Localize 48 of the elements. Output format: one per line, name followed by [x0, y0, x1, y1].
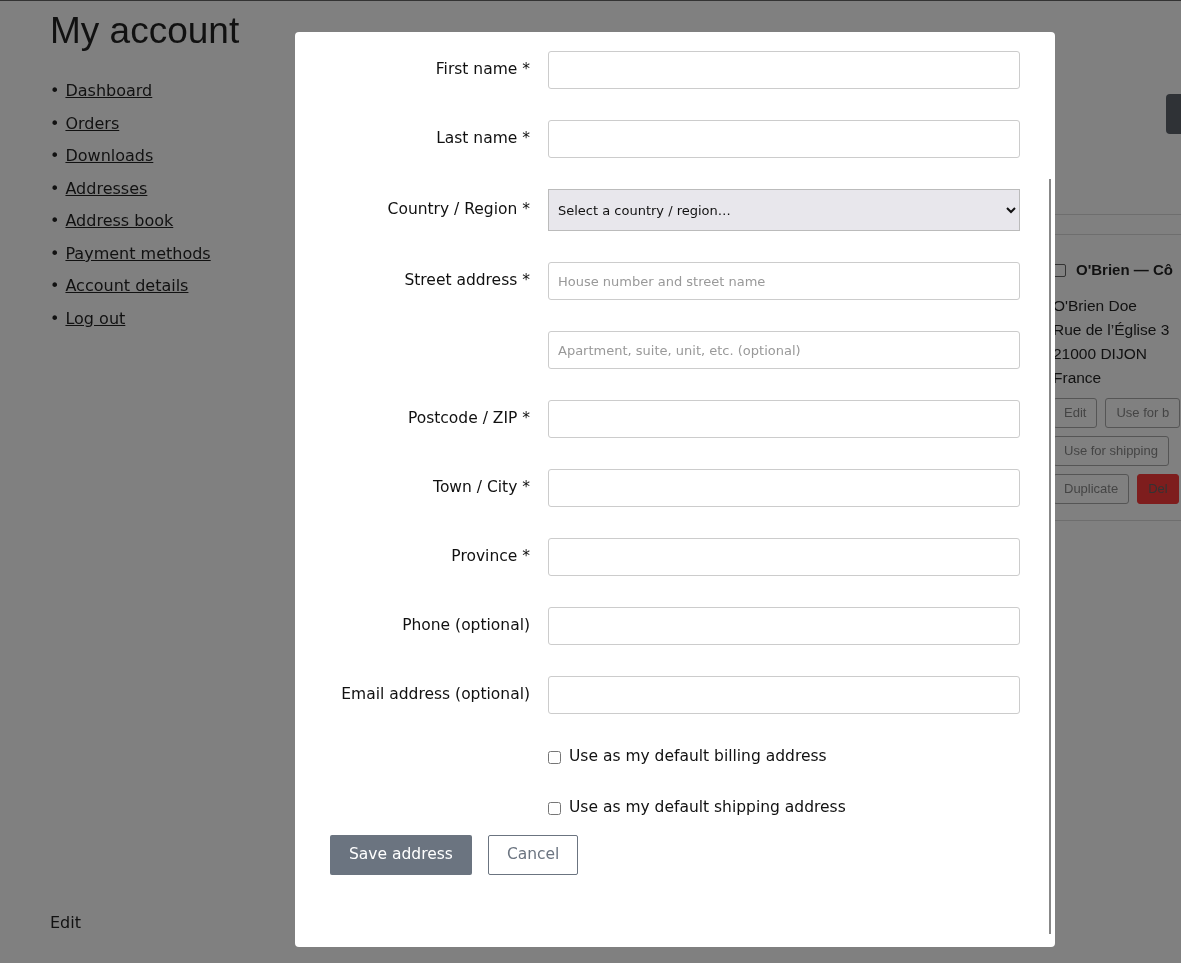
nav-link-item[interactable]: Orders: [65, 111, 120, 145]
bullet: •: [50, 242, 60, 265]
scrollbar[interactable]: [1049, 179, 1051, 934]
field-label: Country / Region *: [386, 199, 530, 221]
cancel-button[interactable]: Cancel: [487, 835, 579, 875]
bullet: •: [50, 80, 60, 103]
edit-link[interactable]: Edit: [50, 913, 81, 932]
address-line: O'Brien Doe: [1053, 295, 1138, 316]
input-field[interactable]: [548, 51, 1020, 89]
input-field[interactable]: [548, 538, 1020, 576]
nav-link-item[interactable]: Payment methods: [65, 241, 211, 275]
field-label: Town / City *: [432, 477, 530, 499]
checkbox-label: Use as my default billing address: [569, 746, 827, 768]
bullet: •: [50, 275, 60, 298]
checkbox[interactable]: [548, 801, 561, 815]
field-label: First name *: [434, 59, 530, 81]
field-label: Email address (optional): [340, 684, 530, 706]
bullet: •: [50, 210, 60, 233]
field-label: Postcode / ZIP *: [406, 408, 530, 430]
bullet: •: [50, 145, 60, 168]
field-label: Phone (optional): [401, 615, 530, 637]
bullet: •: [50, 112, 60, 135]
nav-link-item[interactable]: Log out: [65, 306, 126, 340]
nav-link-item[interactable]: Dashboard: [65, 79, 153, 112]
country-select[interactable]: Select a country / region…: [548, 189, 1020, 231]
checkbox[interactable]: [548, 750, 561, 764]
nav-link-item[interactable]: Account details: [65, 274, 189, 307]
input-field[interactable]: [548, 607, 1020, 645]
nav-link-item[interactable]: Addresses: [65, 176, 148, 210]
address-title: O'Brien — Cô: [1076, 260, 1173, 280]
input-field[interactable]: [548, 469, 1020, 507]
address-line: 21000 DIJON: [1053, 343, 1148, 364]
bullet: •: [50, 177, 60, 200]
address-action-button[interactable]: Use for b: [1105, 397, 1181, 428]
input-field[interactable]: House number and street name: [548, 262, 1020, 300]
nav-link-item[interactable]: Downloads: [65, 144, 154, 177]
input-field[interactable]: [548, 120, 1020, 158]
checkbox-label: Use as my default shipping address: [569, 797, 846, 819]
input-field[interactable]: [548, 676, 1020, 714]
field-label: Street address *: [403, 270, 530, 292]
input-field[interactable]: Apartment, suite, unit, etc. (optional): [548, 331, 1020, 369]
nav-link-item[interactable]: Address book: [65, 209, 174, 242]
field-label: Province *: [450, 546, 530, 568]
page-title: My account: [50, 9, 241, 53]
bullet: •: [50, 307, 60, 330]
field-label: Last name *: [435, 128, 530, 150]
save-button[interactable]: Save address: [330, 835, 472, 875]
input-field[interactable]: [548, 400, 1020, 438]
